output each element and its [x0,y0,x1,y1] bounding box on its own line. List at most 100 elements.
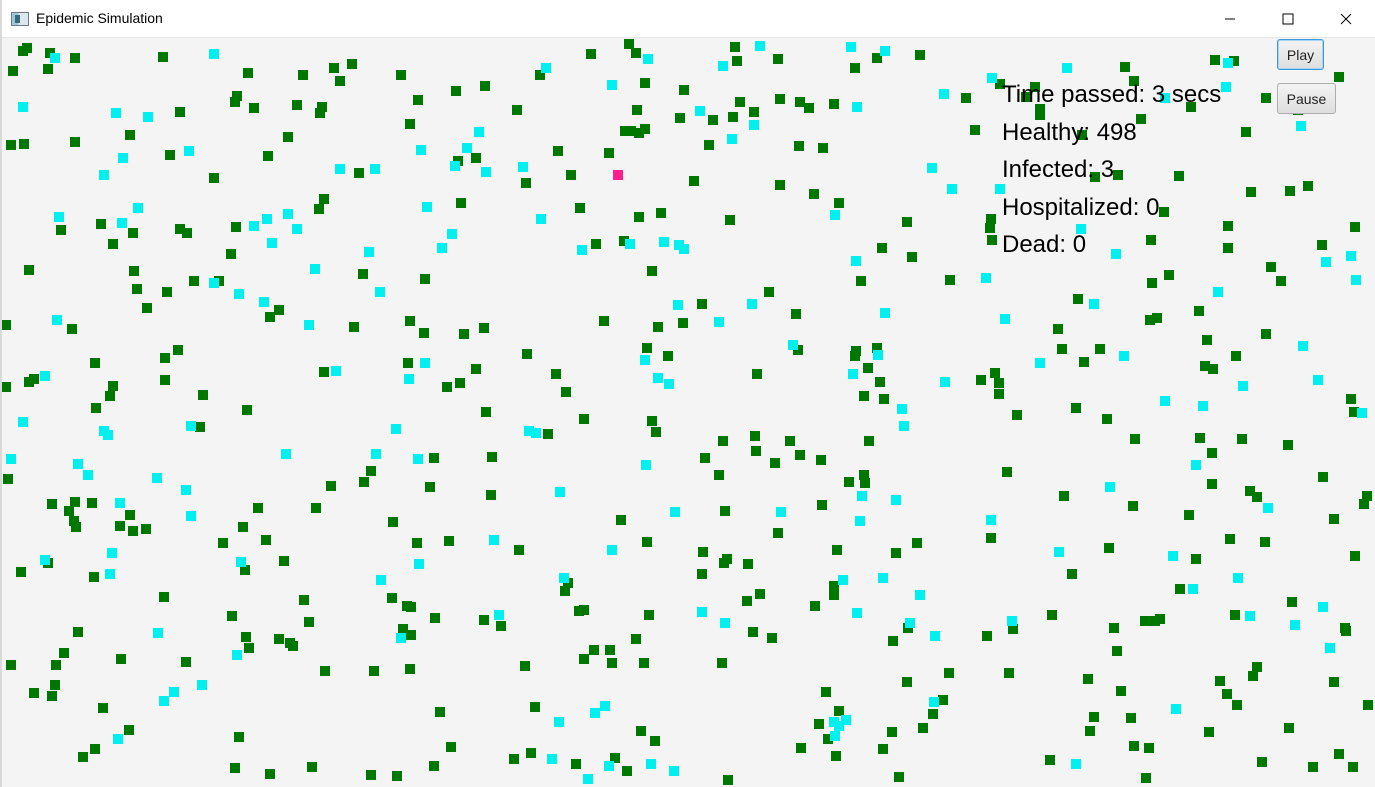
healthy-person-dot [986,515,996,525]
healthy-person-dot [850,63,860,73]
healthy-person-dot [129,266,139,276]
healthy-person-dot [3,474,13,484]
healthy-person-dot [1126,713,1136,723]
healthy-person-dot [939,89,949,99]
healthy-person-dot [51,660,61,670]
healthy-person-dot [577,245,587,255]
healthy-person-dot [732,56,742,66]
healthy-person-dot [404,374,414,384]
healthy-person-dot [604,761,614,771]
healthy-person-dot [1321,257,1331,267]
healthy-person-dot [253,503,263,513]
healthy-person-dot [864,436,874,446]
healthy-person-dot [1155,614,1165,624]
healthy-person-dot [175,107,185,117]
healthy-person-dot [1047,610,1057,620]
healthy-person-dot [6,454,16,464]
healthy-person-dot [292,100,302,110]
healthy-person-dot [115,498,125,508]
healthy-person-dot [1348,762,1358,772]
healthy-person-dot [115,521,125,531]
healthy-person-dot [261,535,271,545]
healthy-person-dot [375,287,385,297]
healthy-person-dot [259,297,269,307]
infected-count-label: Infected: 3 [1002,156,1115,183]
healthy-person-dot [73,627,83,637]
healthy-person-dot [19,139,29,149]
time-passed-label: Time passed: 3 secs [1002,81,1222,108]
healthy-person-dot [1238,381,1248,391]
healthy-person-dot [241,632,251,642]
minimize-button[interactable] [1201,0,1259,38]
pause-button[interactable]: Pause [1277,83,1336,114]
healthy-person-dot [830,210,840,220]
title-bar[interactable]: Epidemic Simulation [0,0,1375,38]
healthy-person-dot [209,49,219,59]
healthy-person-dot [1257,757,1267,767]
healthy-person-dot [1175,584,1185,594]
healthy-person-dot [392,771,402,781]
healthy-person-dot [794,141,804,151]
play-button[interactable]: Play [1277,39,1324,70]
healthy-person-dot [314,204,324,214]
healthy-person-dot [930,631,940,641]
healthy-person-dot [636,726,646,736]
healthy-person-dot [1202,335,1212,345]
healthy-person-dot [1102,414,1112,424]
healthy-person-dot [283,132,293,142]
healthy-person-dot [480,81,490,91]
healthy-person-dot [522,349,532,359]
healthy-person-dot [994,389,1004,399]
healthy-person-dot [320,666,330,676]
healthy-person-dot [1261,329,1271,339]
maximize-button[interactable] [1259,0,1317,38]
healthy-person-dot [124,725,134,735]
healthy-person-dot [1073,294,1083,304]
healthy-person-dot [425,482,435,492]
healthy-person-dot [1246,187,1256,197]
healthy-person-dot [405,119,415,129]
healthy-person-dot [571,759,581,769]
healthy-person-dot [265,769,275,779]
healthy-person-dot [604,148,614,158]
healthy-person-dot [851,256,861,266]
healthy-person-dot [152,473,162,483]
close-button[interactable] [1317,0,1375,38]
healthy-person-dot [90,744,100,754]
hospitalized-count-label: Hospitalized: 0 [1002,193,1160,221]
healthy-person-dot [821,687,831,697]
healthy-person-dot [888,636,898,646]
healthy-person-dot [244,643,254,653]
healthy-person-dot [742,596,752,606]
healthy-person-dot [718,436,728,446]
healthy-person-dot [844,477,854,487]
healthy-person-dot [631,634,641,644]
healthy-person-dot [1054,547,1064,557]
healthy-person-dot [907,252,917,262]
healthy-person-dot [184,146,194,156]
healthy-person-dot [751,446,761,456]
healthy-person-dot [370,164,380,174]
healthy-person-dot [226,249,236,259]
healthy-person-dot [574,606,584,616]
healthy-person-dot [878,573,888,583]
healthy-person-dot [625,239,635,249]
healthy-person-dot [50,680,60,690]
healthy-person-dot [1284,723,1294,733]
healthy-person-dot [643,54,653,64]
healthy-person-dot [605,645,615,655]
healthy-person-dot [416,145,426,155]
healthy-person-dot [310,264,320,274]
healthy-person-dot [125,130,135,140]
healthy-person-dot [419,328,429,338]
healthy-person-dot [1130,434,1140,444]
healthy-person-dot [788,340,798,350]
healthy-person-dot [243,68,253,78]
healthy-person-dot [891,548,901,558]
healthy-person-dot [1363,700,1373,710]
healthy-person-dot [816,455,826,465]
stats-panel: Time passed: 3 secs Healthy: 498 Infecte… [1002,76,1221,264]
healthy-person-dot [209,278,219,288]
healthy-person-dot [307,762,317,772]
healthy-person-dot [859,391,869,401]
